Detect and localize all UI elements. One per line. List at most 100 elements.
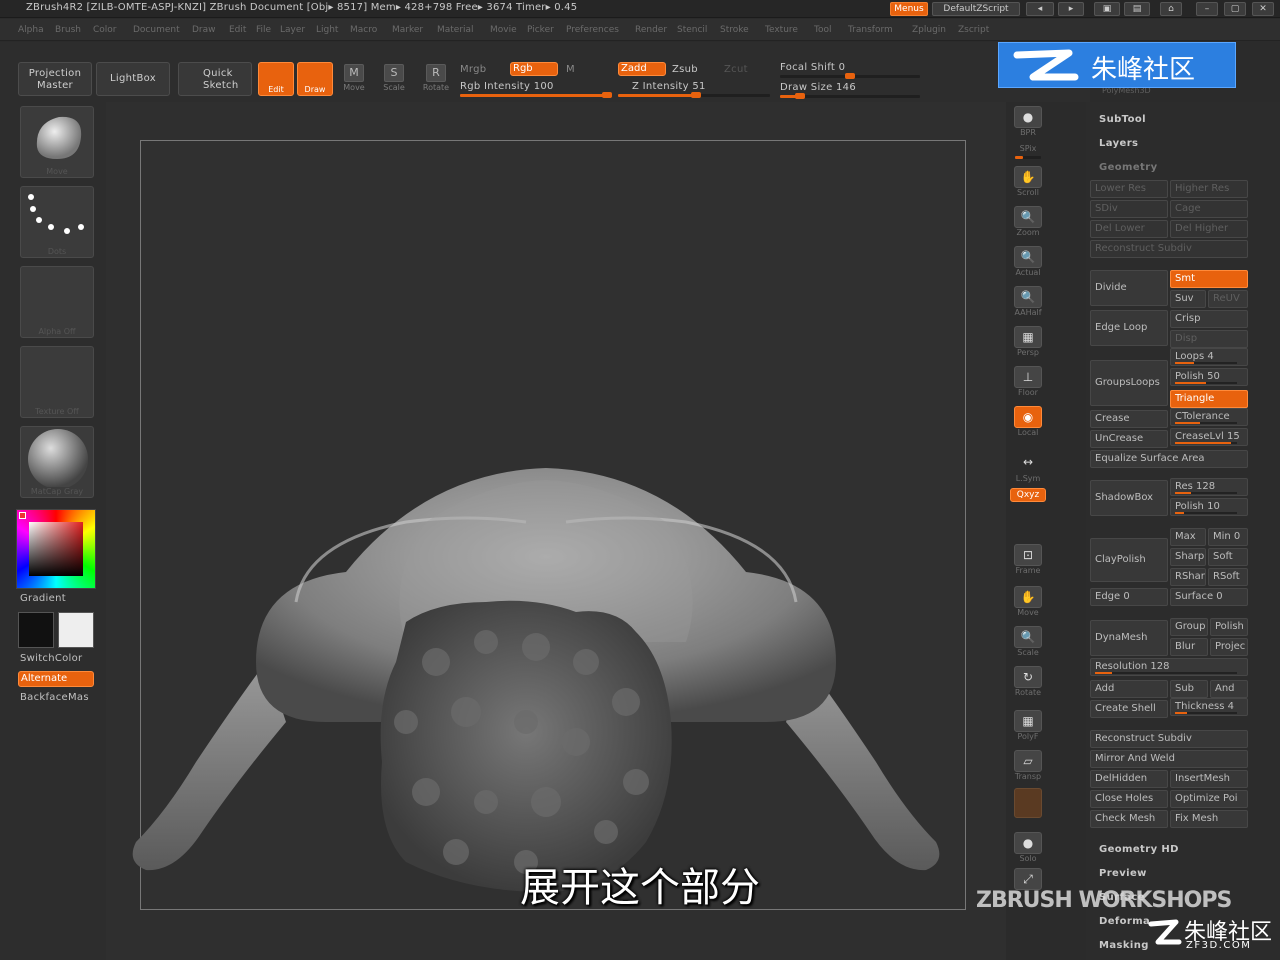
move-view-button[interactable]: ✋ Move — [1009, 586, 1047, 620]
default-zscript-button[interactable]: DefaultZScript — [932, 2, 1020, 16]
menu-zplugin[interactable]: Zplugin — [912, 25, 946, 35]
cage-button[interactable]: Cage — [1170, 200, 1248, 218]
lock-icon[interactable]: ⌂ — [1160, 2, 1182, 16]
crisp-toggle[interactable]: Crisp — [1170, 310, 1248, 328]
lightbox-button[interactable]: LightBox — [96, 62, 170, 96]
focal-shift-slider[interactable] — [780, 73, 920, 79]
triangle-toggle[interactable]: Triangle — [1170, 390, 1248, 408]
minimize-icon[interactable]: – — [1196, 2, 1218, 16]
menu-tool[interactable]: Tool — [814, 25, 831, 35]
local-button[interactable]: ◉ Local — [1009, 406, 1047, 440]
actual-button[interactable]: 🔍 Actual — [1009, 246, 1047, 280]
menus-button[interactable]: Menus — [890, 2, 928, 16]
groups-loops-button[interactable]: GroupsLoops — [1090, 360, 1168, 406]
claypolish-button[interactable]: ClayPolish — [1090, 538, 1168, 582]
equalize-surface-area-button[interactable]: Equalize Surface Area — [1090, 450, 1248, 468]
transp-button[interactable]: ▱ Transp — [1009, 750, 1047, 784]
subtool-header[interactable]: SubTool — [1099, 114, 1146, 125]
floor-button[interactable]: ⊥ Floor — [1009, 366, 1047, 400]
reconstruct-subdiv-top[interactable]: Reconstruct Subdiv — [1090, 240, 1248, 258]
projection-master-button[interactable]: Projection Master — [18, 62, 92, 96]
fix-mesh-button[interactable]: Fix Mesh — [1170, 810, 1248, 828]
gradient-label[interactable]: Gradient — [20, 593, 66, 604]
uncrease-button[interactable]: UnCrease — [1090, 430, 1168, 448]
menu-alpha[interactable]: Alpha — [18, 25, 44, 35]
menu-material[interactable]: Material — [437, 25, 474, 35]
scroll-button[interactable]: ✋ Scroll — [1009, 166, 1047, 200]
layers-header[interactable]: Layers — [1099, 138, 1138, 149]
menu-picker[interactable]: Picker — [527, 25, 554, 35]
menu-stencil[interactable]: Stencil — [677, 25, 707, 35]
geometry-hd-header[interactable]: Geometry HD — [1099, 844, 1179, 855]
scale-button[interactable]: S Scale — [380, 64, 408, 92]
sharp-slider[interactable]: Sharp — [1170, 548, 1206, 566]
sdiv-slider[interactable]: SDiv — [1090, 200, 1168, 218]
menu-marker[interactable]: Marker — [392, 25, 423, 35]
crease-button[interactable]: Crease — [1090, 410, 1168, 428]
zsub-toggle[interactable]: Zsub — [672, 64, 698, 75]
resolution-slider[interactable]: Resolution 128 — [1090, 658, 1248, 676]
spix-slider[interactable]: SPix — [1009, 144, 1047, 162]
color-sv-square[interactable] — [29, 522, 83, 576]
edit-button[interactable]: Edit — [258, 62, 294, 96]
edge-loop-button[interactable]: Edge Loop — [1090, 310, 1168, 346]
menu-zscript[interactable]: Zscript — [958, 25, 989, 35]
rsoft-slider[interactable]: RSoft — [1208, 568, 1248, 586]
menu-file[interactable]: File — [256, 25, 271, 35]
zadd-toggle[interactable]: Zadd — [618, 62, 666, 76]
lower-res-button[interactable]: Lower Res — [1090, 180, 1168, 198]
primary-color-swatch[interactable] — [18, 612, 54, 648]
move-button[interactable]: M Move — [340, 64, 368, 92]
blur-slider[interactable]: Blur — [1170, 638, 1208, 656]
mrgb-toggle[interactable]: Mrgb — [460, 64, 486, 75]
reuv-button[interactable]: ReUV — [1208, 290, 1248, 308]
persp-button[interactable]: ▦ Persp — [1009, 326, 1047, 360]
optimize-points-button[interactable]: Optimize Poi — [1170, 790, 1248, 808]
delhidden-button[interactable]: DelHidden — [1090, 770, 1168, 788]
switch-color-button[interactable]: SwitchColor — [20, 653, 82, 664]
rshar-slider[interactable]: RShar — [1170, 568, 1206, 586]
rgb-intensity-slider[interactable] — [460, 92, 612, 98]
reconstruct-subdiv-button[interactable]: Reconstruct Subdiv — [1090, 730, 1248, 748]
thickness-slider[interactable]: Thickness 4 — [1170, 698, 1248, 716]
draw-size-slider[interactable] — [780, 93, 920, 99]
menu-light[interactable]: Light — [316, 25, 338, 35]
maximize-icon[interactable]: ▢ — [1224, 2, 1246, 16]
res-128-slider[interactable]: Res 128 — [1170, 478, 1248, 496]
higher-res-button[interactable]: Higher Res — [1170, 180, 1248, 198]
menu-document[interactable]: Document — [133, 25, 180, 35]
max-slider[interactable]: Max — [1170, 528, 1206, 546]
backface-mask-toggle[interactable]: BackfaceMas — [20, 692, 89, 703]
menu-texture[interactable]: Texture — [765, 25, 798, 35]
close-holes-button[interactable]: Close Holes — [1090, 790, 1168, 808]
rotate-view-button[interactable]: ↻ Rotate — [1009, 666, 1047, 700]
menu-layer[interactable]: Layer — [280, 25, 305, 35]
polyf-button[interactable]: ▦ PolyF — [1009, 710, 1047, 744]
material-thumbnail[interactable]: MatCap Gray — [20, 426, 94, 498]
texture-thumbnail[interactable]: Texture Off — [20, 346, 94, 418]
menu-preferences[interactable]: Preferences — [566, 25, 619, 35]
m-toggle[interactable]: M — [566, 64, 575, 75]
brush-thumbnail[interactable]: Move — [20, 106, 94, 178]
frame-button[interactable]: ⊡ Frame — [1009, 544, 1047, 578]
disp-toggle[interactable]: Disp — [1170, 330, 1248, 348]
chevron-left-icon[interactable]: ◂ — [1026, 2, 1054, 16]
dynamesh-button[interactable]: DynaMesh — [1090, 620, 1168, 656]
mirror-and-weld-button[interactable]: Mirror And Weld — [1090, 750, 1248, 768]
geometry-header[interactable]: Geometry — [1099, 162, 1158, 173]
stroke-thumbnail[interactable]: Dots — [20, 186, 94, 258]
ghost-button[interactable] — [1009, 788, 1047, 822]
z-intensity-slider[interactable] — [618, 92, 770, 98]
del-higher-button[interactable]: Del Higher — [1170, 220, 1248, 238]
menu-transform[interactable]: Transform — [848, 25, 893, 35]
insertmesh-button[interactable]: InsertMesh — [1170, 770, 1248, 788]
quick-sketch-button[interactable]: Quick Sketch — [178, 62, 252, 96]
del-lower-button[interactable]: Del Lower — [1090, 220, 1168, 238]
edge-slider[interactable]: Edge 0 — [1090, 588, 1168, 606]
menu-draw[interactable]: Draw — [192, 25, 216, 35]
xyz-button[interactable]: Qxyz — [1010, 488, 1046, 502]
smt-toggle[interactable]: Smt — [1170, 270, 1248, 288]
secondary-color-swatch[interactable] — [58, 612, 94, 648]
add-button[interactable]: Add — [1090, 680, 1168, 698]
polish-10-slider[interactable]: Polish 10 — [1170, 498, 1248, 516]
